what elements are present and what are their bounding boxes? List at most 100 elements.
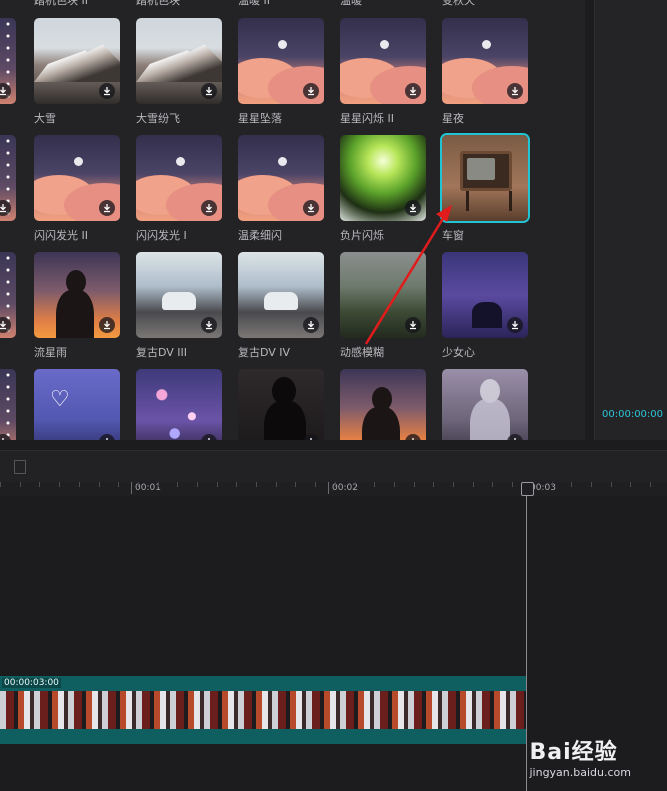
effect-tile[interactable]: 大雪 [34, 18, 120, 126]
effect-thumbnail[interactable]: ♡ [34, 369, 120, 440]
ruler-tick [611, 482, 612, 487]
download-icon[interactable] [405, 434, 421, 440]
effect-tile[interactable]: 少女心 [442, 252, 528, 360]
effect-label-partial: 踏机色块 [136, 0, 180, 7]
ruler-tick [0, 482, 1, 487]
effect-thumbnail[interactable] [442, 369, 528, 440]
playhead-handle[interactable] [521, 482, 534, 496]
download-icon[interactable] [0, 434, 11, 440]
effect-thumbnail[interactable] [442, 252, 528, 338]
ruler-major-tick [328, 482, 329, 494]
effect-tile[interactable] [136, 369, 222, 440]
ruler-tick [138, 482, 139, 487]
download-icon[interactable] [507, 83, 523, 99]
delete-icon[interactable] [14, 460, 26, 474]
ruler-tick [20, 482, 21, 487]
effect-thumbnail[interactable] [136, 252, 222, 338]
ruler-major-tick [131, 482, 132, 494]
effect-tile[interactable]: 星夜 [442, 18, 528, 126]
effect-tile[interactable]: 动感模糊 [340, 252, 426, 360]
ruler-tick [39, 482, 40, 487]
download-icon[interactable] [99, 200, 115, 216]
timeline-ruler[interactable]: 00:01 00:02 00:03 [0, 482, 667, 496]
effect-tile[interactable] [238, 369, 324, 440]
effect-label: 温柔细闪 [238, 229, 282, 242]
effect-tile[interactable]: 车窗 [442, 135, 528, 243]
effect-tile[interactable]: 星星坠落 [238, 18, 324, 126]
ruler-tick [99, 482, 100, 487]
effect-label: 负片闪烁 [340, 229, 384, 242]
download-icon[interactable] [405, 317, 421, 333]
effect-thumbnail[interactable] [238, 369, 324, 440]
ruler-tick [217, 482, 218, 487]
ruler-tick [473, 482, 474, 487]
effects-panel: 踏机色块 II 踏机色块 温暖 II 温暖 变秋天 大雪 大雪纷飞 星星坠落 星星闪烁 II 星夜… [0, 0, 585, 440]
effect-tile[interactable]: 复古DV III [136, 252, 222, 360]
download-icon[interactable] [405, 83, 421, 99]
effect-tile[interactable]: 闪闪发光 II [34, 135, 120, 243]
effect-thumbnail[interactable] [136, 135, 222, 221]
download-icon[interactable] [405, 200, 421, 216]
effect-tile[interactable]: 大雪纷飞 [136, 18, 222, 126]
effect-tile[interactable] [442, 369, 528, 440]
effect-thumbnail[interactable] [34, 252, 120, 338]
download-icon[interactable] [0, 83, 11, 99]
effect-tile[interactable]: 复古DV IV [238, 252, 324, 360]
download-icon[interactable] [201, 317, 217, 333]
effect-thumbnail[interactable] [238, 252, 324, 338]
effect-thumbnail[interactable] [34, 18, 120, 104]
effect-thumbnail-partial[interactable] [0, 135, 16, 221]
effect-tile[interactable]: 星星闪烁 II [340, 18, 426, 126]
effect-label: 星夜 [442, 112, 464, 125]
effect-tile[interactable]: 闪闪发光 I [136, 135, 222, 243]
effect-thumbnail[interactable] [442, 18, 528, 104]
watermark-logo: Bai经验 [529, 740, 618, 765]
effect-thumbnail[interactable] [340, 252, 426, 338]
effect-thumbnail-partial[interactable] [0, 369, 16, 440]
effect-thumbnail[interactable] [340, 135, 426, 221]
ruler-tick [335, 482, 336, 487]
download-icon[interactable] [507, 317, 523, 333]
effect-thumbnail[interactable] [136, 18, 222, 104]
ruler-tick [650, 482, 651, 487]
effect-thumbnail[interactable] [34, 135, 120, 221]
effect-label: 大雪 [34, 112, 56, 125]
effect-tile[interactable]: 流星雨 [34, 252, 120, 360]
download-icon[interactable] [201, 200, 217, 216]
effect-label: 闪闪发光 II [34, 229, 88, 242]
download-icon[interactable] [99, 83, 115, 99]
download-icon[interactable] [0, 317, 11, 333]
download-icon[interactable] [201, 83, 217, 99]
download-icon[interactable] [303, 83, 319, 99]
ruler-tick [79, 482, 80, 487]
download-icon[interactable] [303, 200, 319, 216]
effect-label: 少女心 [442, 346, 475, 359]
watermark: Bai经验 jingyan.baidu.com [529, 734, 631, 779]
effect-thumbnail[interactable] [340, 369, 426, 440]
download-icon[interactable] [303, 317, 319, 333]
effect-tile[interactable]: ♡ [34, 369, 120, 440]
playhead-line [526, 482, 527, 791]
ruler-tick [512, 482, 513, 487]
effect-tile[interactable] [340, 369, 426, 440]
effect-thumbnail[interactable] [442, 135, 528, 221]
ruler-tick [118, 482, 119, 487]
effect-label: 星星闪烁 II [340, 112, 394, 125]
effect-thumbnail[interactable] [238, 18, 324, 104]
download-icon[interactable] [303, 434, 319, 440]
effect-thumbnail[interactable] [238, 135, 324, 221]
download-icon[interactable] [201, 434, 217, 440]
effect-thumbnail-partial[interactable] [0, 18, 16, 104]
video-clip[interactable]: 00:00:03:00 [0, 676, 526, 744]
download-icon[interactable] [0, 200, 11, 216]
effect-tile[interactable]: 温柔细闪 [238, 135, 324, 243]
effect-tile[interactable]: 负片闪烁 [340, 135, 426, 243]
effect-label: 星星坠落 [238, 112, 282, 125]
effect-thumbnail[interactable] [340, 18, 426, 104]
download-icon[interactable] [99, 434, 115, 440]
ruler-tick [295, 482, 296, 487]
download-icon[interactable] [99, 317, 115, 333]
effect-thumbnail-partial[interactable] [0, 252, 16, 338]
download-icon[interactable] [507, 434, 523, 440]
effect-thumbnail[interactable] [136, 369, 222, 440]
